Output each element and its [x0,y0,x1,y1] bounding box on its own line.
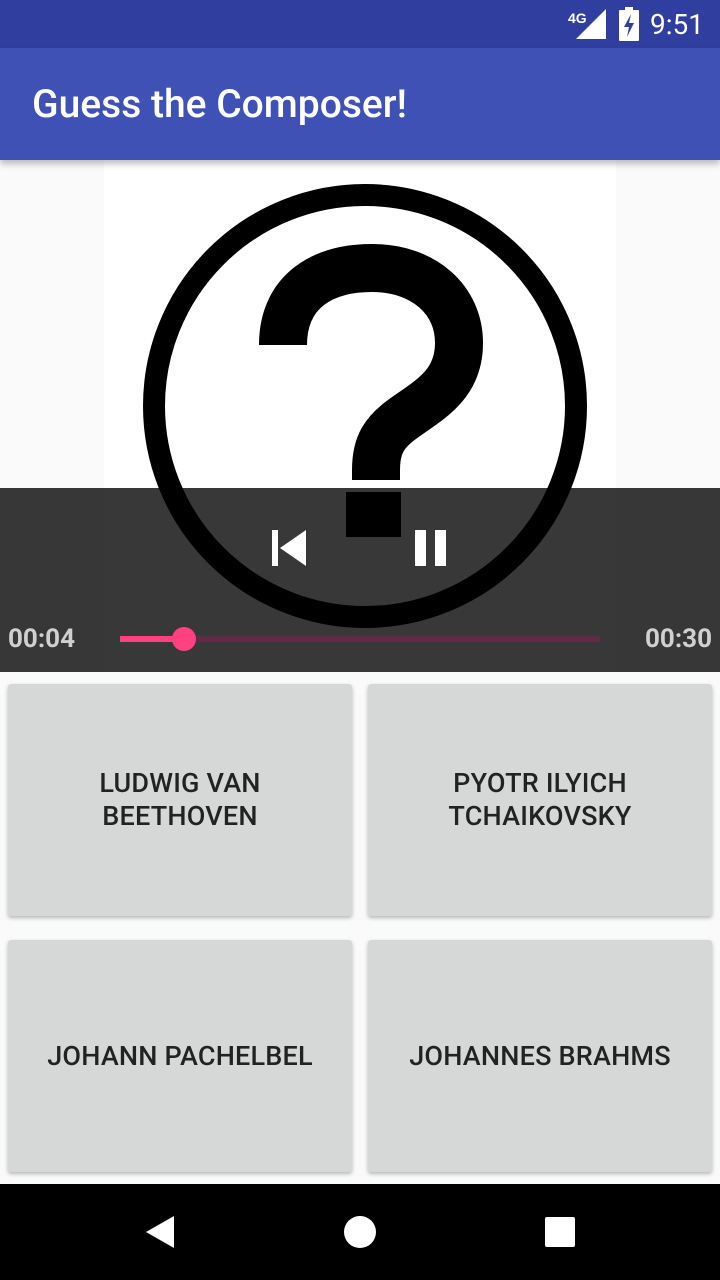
battery-charging-icon [619,7,639,41]
home-icon[interactable] [336,1208,384,1256]
network-type: 4G [568,10,587,26]
current-time: 00:04 [8,624,75,654]
app-title: Guess the Composer! [32,81,407,127]
app-bar: Guess the Composer! [0,48,720,160]
answer-label: JOHANN PACHELBEL [47,1039,313,1072]
back-icon[interactable] [136,1208,184,1256]
seek-thumb[interactable] [171,627,196,651]
answer-button-4[interactable]: JOHANNES BRAHMS [368,940,712,1172]
answer-button-3[interactable]: JOHANN PACHELBEL [8,940,352,1172]
status-time: 9:51 [650,7,704,41]
answer-label: PYOTR ILYICH TCHAIKOVSKY [448,767,632,832]
seek-bar[interactable] [120,624,600,654]
skip-previous-icon[interactable] [262,518,318,578]
media-controls: 00:04 00:30 [0,488,720,672]
navigation-bar [0,1184,720,1280]
answer-button-2[interactable]: PYOTR ILYICH TCHAIKOVSKY [368,684,712,916]
recents-icon[interactable] [536,1208,584,1256]
status-bar: 4G 9:51 [0,0,720,48]
signal-icon: 4G [568,9,606,39]
status-icons: 4G 9:51 [568,0,704,48]
pause-icon[interactable] [403,518,459,578]
answer-label: LUDWIG VAN BEETHOVEN [99,767,261,832]
answer-button-1[interactable]: LUDWIG VAN BEETHOVEN [8,684,352,916]
answer-label: JOHANNES BRAHMS [409,1039,671,1072]
total-time: 00:30 [645,624,712,654]
